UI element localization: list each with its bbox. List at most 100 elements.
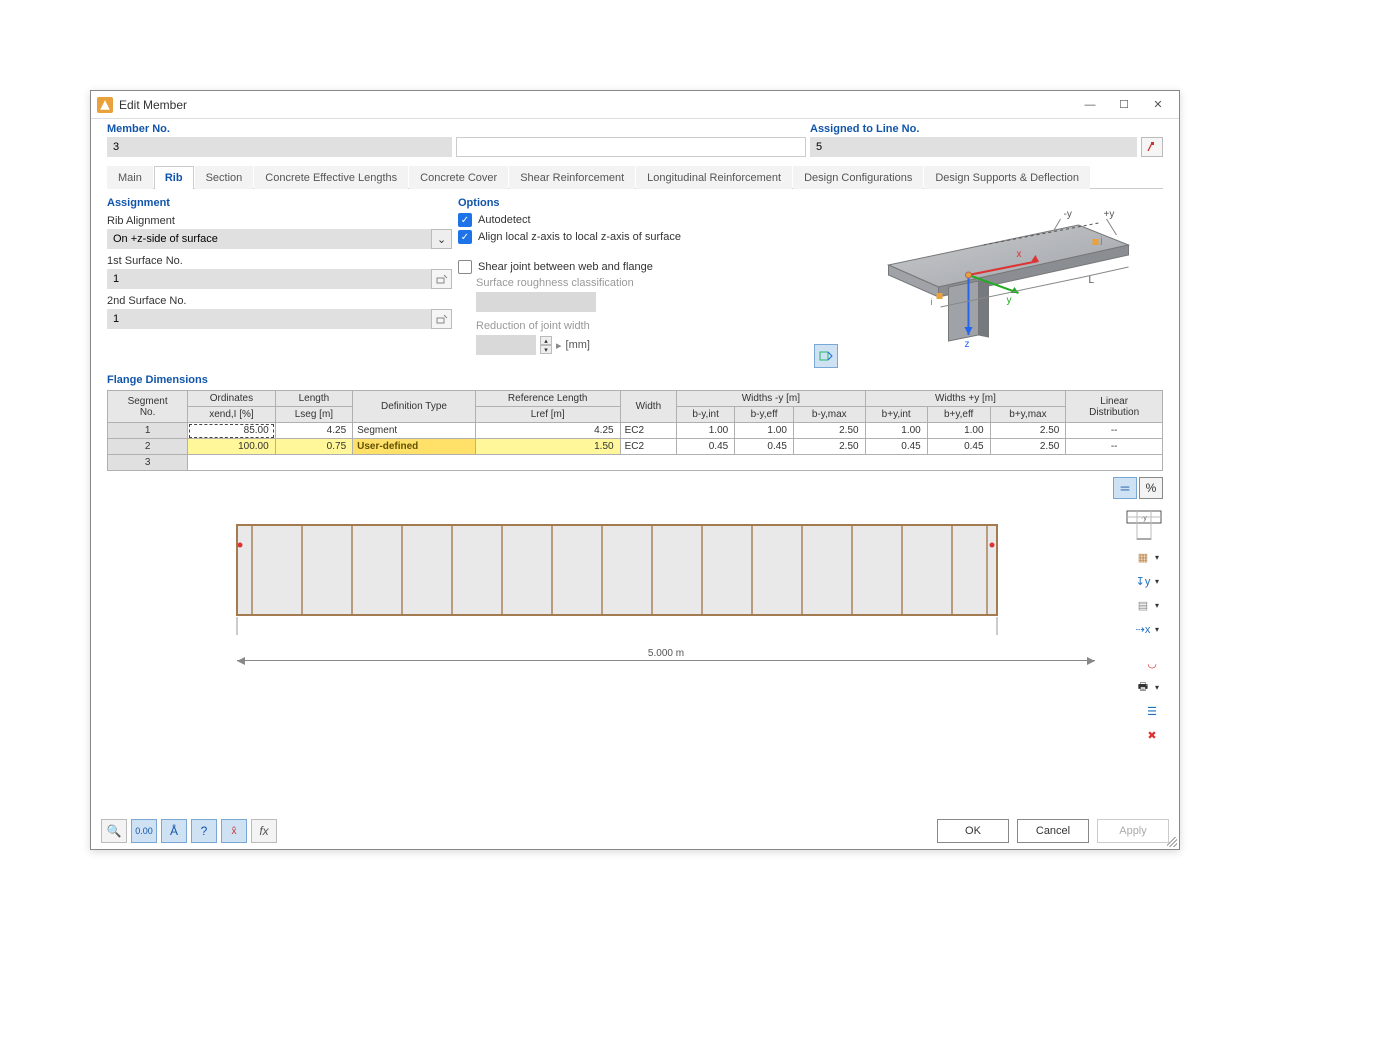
fx-button[interactable]: fx (251, 819, 277, 843)
svg-text:i: i (931, 297, 933, 307)
cancel-button[interactable]: Cancel (1017, 819, 1089, 843)
reduction-unit: [mm] (566, 339, 590, 351)
assignment-title: Assignment (107, 197, 452, 209)
dimension-line: 5.000 m (237, 650, 1095, 670)
titlebar: Edit Member — ☐ ✕ (91, 91, 1179, 119)
member-no-label: Member No. (107, 123, 452, 135)
help-button[interactable]: ? (191, 819, 217, 843)
view-x-button[interactable]: ⇢x (1132, 619, 1154, 639)
col-wy-neg: Widths -y [m] (677, 391, 865, 407)
col-lin: Linear Distribution (1066, 391, 1163, 423)
units-equal-button[interactable]: ＝ (1113, 477, 1137, 499)
table-row: 2 100.00 0.75 User-defined 1.50 EC2 0.45… (108, 439, 1163, 455)
col-wy-pos: Widths +y [m] (865, 391, 1066, 407)
apply-button[interactable]: Apply (1097, 819, 1169, 843)
tab-bar: Main Rib Section Concrete Effective Leng… (107, 165, 1163, 189)
tab-design-supports-deflection[interactable]: Design Supports & Deflection (924, 166, 1090, 189)
maximize-button[interactable]: ☐ (1109, 94, 1139, 116)
rib-alignment-label: Rib Alignment (107, 215, 452, 227)
view-3d-dd[interactable]: ▾ (1155, 547, 1163, 567)
surf1-input[interactable] (107, 269, 431, 289)
surf2-input[interactable] (107, 309, 431, 329)
pick-line-button[interactable] (1141, 137, 1163, 157)
svg-text:z: z (965, 339, 970, 350)
member-description-input[interactable] (456, 137, 806, 157)
list-button[interactable]: ☰ (1141, 701, 1163, 721)
shear-joint-label: Shear joint between web and flange (478, 261, 653, 273)
minimize-button[interactable]: — (1075, 94, 1105, 116)
tab-concrete-eff-lengths[interactable]: Concrete Effective Lengths (254, 166, 408, 189)
view-render-dd[interactable]: ▾ (1155, 595, 1163, 615)
preview-area: 5.000 m ·y ▦▾ ↧y▾ ▤▾ ⇢x▾ ◡ 🖶▾ ☰ ✖ (107, 505, 1163, 705)
chevron-down-icon[interactable]: ⌄ (431, 229, 452, 249)
view-y-dd[interactable]: ▾ (1155, 571, 1163, 591)
col-seg: Segment No. (108, 391, 188, 423)
window-title: Edit Member (119, 98, 1075, 112)
clear-button[interactable]: ✖ (1141, 725, 1163, 745)
table-row: 1 85.00 4.25 Segment 4.25 EC2 1.00 1.00 … (108, 423, 1163, 439)
col-byi-n: b-y,int (677, 407, 735, 423)
col-bye-n: b-y,eff (735, 407, 794, 423)
flange-table[interactable]: Segment No. Ordinates Length Definition … (107, 390, 1163, 471)
print-button[interactable]: 🖶 (1132, 677, 1154, 697)
axis-tool-button[interactable]: x̂ (221, 819, 247, 843)
units-percent-button[interactable]: % (1139, 477, 1163, 499)
tab-longitudinal-reinforcement[interactable]: Longitudinal Reinforcement (636, 166, 792, 189)
options-title: Options (458, 197, 808, 209)
col-len-sub: Lseg [m] (275, 407, 352, 423)
ok-button[interactable]: OK (937, 819, 1009, 843)
col-def: Definition Type (353, 391, 476, 423)
view-y-button[interactable]: ↧y (1132, 571, 1154, 591)
tab-design-configurations[interactable]: Design Configurations (793, 166, 923, 189)
autodetect-label: Autodetect (478, 214, 531, 226)
svg-text:L: L (1089, 275, 1095, 286)
pick-surf2-button[interactable] (431, 309, 452, 329)
section-thumbnail-icon[interactable]: ·y (1125, 505, 1163, 543)
col-ref-sub: Lref [m] (475, 407, 620, 423)
svg-text:·y: ·y (1141, 515, 1147, 522)
svg-text:+y: +y (1104, 209, 1115, 220)
assigned-line-label: Assigned to Line No. (810, 123, 1163, 135)
col-ord-group: Ordinates (188, 391, 275, 407)
align-z-checkbox[interactable] (458, 230, 472, 244)
autodetect-checkbox[interactable] (458, 213, 472, 227)
tab-rib[interactable]: Rib (154, 166, 194, 189)
text-tool-button[interactable]: Å (161, 819, 187, 843)
reduction-input (476, 335, 536, 355)
close-button[interactable]: ✕ (1143, 94, 1173, 116)
print-dd[interactable]: ▾ (1155, 677, 1163, 697)
units-button[interactable]: 0.00 (131, 819, 157, 843)
edit-member-dialog: Edit Member — ☐ ✕ Member No. Assigned to… (90, 90, 1180, 850)
reduction-spinner: ▴▾ (540, 336, 552, 354)
align-z-label: Align local z-axis to local z-axis of su… (478, 231, 681, 243)
rib-alignment-select[interactable] (107, 229, 431, 249)
zoom-button[interactable]: 🔍 (101, 819, 127, 843)
col-bye-p: b+y,eff (927, 407, 990, 423)
iso-toggle-button[interactable] (814, 344, 838, 368)
table-row: 3 (108, 455, 1163, 471)
tab-shear-reinforcement[interactable]: Shear Reinforcement (509, 166, 635, 189)
col-width: Width (620, 391, 677, 423)
pick-surf1-button[interactable] (431, 269, 452, 289)
col-bym-n: b-y,max (793, 407, 865, 423)
view-curve-button[interactable]: ◡ (1141, 653, 1163, 673)
rib-isometric-diagram: x y z -y +y L i j (814, 195, 1163, 365)
view-render-button[interactable]: ▤ (1132, 595, 1154, 615)
tab-concrete-cover[interactable]: Concrete Cover (409, 166, 508, 189)
view-x-dd[interactable]: ▾ (1155, 619, 1163, 639)
col-len-group: Length (275, 391, 352, 407)
view-3d-button[interactable]: ▦ (1132, 547, 1154, 567)
assigned-line-input[interactable] (810, 137, 1137, 157)
reduction-label: Reduction of joint width (476, 320, 808, 332)
resize-grip[interactable] (1167, 837, 1177, 847)
surf1-label: 1st Surface No. (107, 255, 452, 267)
shear-joint-checkbox[interactable] (458, 260, 472, 274)
tab-main[interactable]: Main (107, 166, 153, 189)
member-no-input[interactable] (107, 137, 452, 157)
flange-title: Flange Dimensions (107, 374, 1163, 386)
svg-text:-y: -y (1064, 209, 1072, 220)
beam-preview[interactable] (107, 505, 1027, 635)
tab-section[interactable]: Section (195, 166, 254, 189)
surface-rough-label: Surface roughness classification (476, 277, 808, 289)
surf2-label: 2nd Surface No. (107, 295, 452, 307)
